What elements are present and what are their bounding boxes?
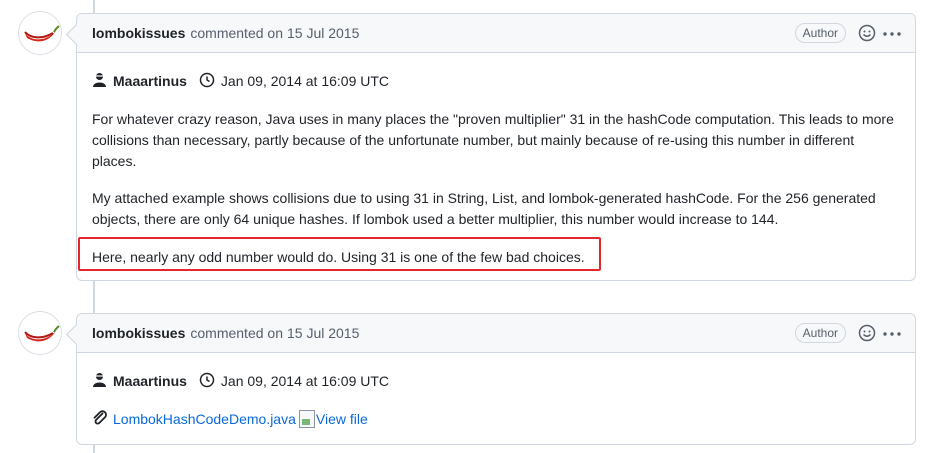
original-timestamp: Jan 09, 2014 at 16:09 UTC (220, 373, 390, 389)
chili-avatar-icon (19, 12, 61, 54)
comment-card: lombokissues commented on 15 Jul 2015 Au… (65, 313, 916, 445)
avatar[interactable] (18, 311, 62, 355)
broken-image-icon (298, 410, 315, 428)
comment-date-prefix: commented on (190, 25, 283, 41)
comment-date[interactable]: 15 Jul 2015 (287, 325, 359, 341)
kebab-icon[interactable] (883, 28, 901, 38)
comment-author[interactable]: lombokissues (92, 25, 185, 41)
comment-paragraph: For whatever crazy reason, Java uses in … (92, 111, 894, 169)
original-author-row: Maaartinus Jan 09, 2014 at 16:09 UTC (92, 371, 900, 391)
chili-avatar-icon (19, 312, 61, 354)
smiley-icon[interactable] (858, 24, 876, 42)
comment-date[interactable]: 15 Jul 2015 (287, 25, 359, 41)
person-icon (92, 72, 107, 91)
paperclip-icon (92, 409, 108, 429)
comment-paragraph: My attached example shows collisions due… (92, 190, 876, 227)
person-icon (92, 372, 107, 391)
original-timestamp: Jan 09, 2014 at 16:09 UTC (220, 73, 390, 89)
author-badge: Author (794, 323, 846, 343)
attachment-row: LombokHashCodeDemo.java View file (92, 409, 900, 429)
attachment-link[interactable]: LombokHashCodeDemo.java (113, 411, 296, 427)
author-badge: Author (794, 23, 846, 43)
view-file-alt-text: View file (315, 411, 368, 427)
smiley-icon[interactable] (858, 324, 876, 342)
comment-header: lombokissues commented on 15 Jul 2015 Au… (77, 14, 915, 53)
original-author: Maaartinus (113, 373, 187, 389)
highlight-box (78, 237, 601, 271)
comment-body: Maaartinus Jan 09, 2014 at 16:09 UTC Lom… (77, 371, 915, 429)
comment-date-prefix: commented on (190, 325, 283, 341)
avatar[interactable] (18, 11, 62, 55)
original-author: Maaartinus (113, 73, 187, 89)
comment-header: lombokissues commented on 15 Jul 2015 Au… (77, 314, 915, 353)
view-file-link[interactable]: View file (298, 410, 368, 428)
clock-icon (199, 72, 215, 91)
clock-icon (199, 372, 215, 391)
original-author-row: Maaartinus Jan 09, 2014 at 16:09 UTC (92, 71, 900, 91)
comment-author[interactable]: lombokissues (92, 325, 185, 341)
kebab-icon[interactable] (883, 328, 901, 338)
